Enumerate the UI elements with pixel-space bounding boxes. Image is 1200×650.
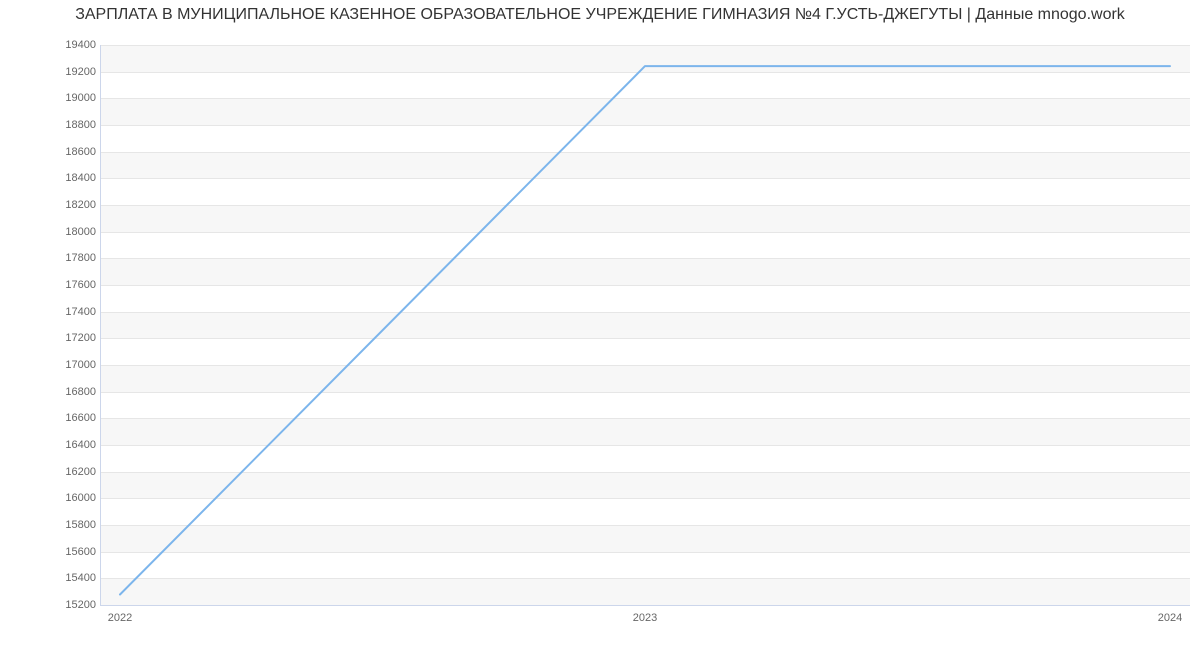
plot-area (100, 45, 1190, 605)
x-axis-line (100, 605, 1190, 606)
y-tick: 18400 (6, 172, 96, 184)
y-tick: 17800 (6, 252, 96, 264)
y-tick: 17600 (6, 279, 96, 291)
y-tick: 17000 (6, 359, 96, 371)
y-tick: 16400 (6, 439, 96, 451)
y-tick: 18600 (6, 146, 96, 158)
y-tick: 16000 (6, 492, 96, 504)
y-tick: 16200 (6, 466, 96, 478)
y-tick: 15600 (6, 546, 96, 558)
y-tick: 18800 (6, 119, 96, 131)
y-tick: 18000 (6, 226, 96, 238)
y-tick: 15200 (6, 599, 96, 611)
y-tick: 16600 (6, 412, 96, 424)
chart-title: ЗАРПЛАТА В МУНИЦИПАЛЬНОЕ КАЗЕННОЕ ОБРАЗО… (0, 6, 1200, 24)
y-tick: 15800 (6, 519, 96, 531)
x-tick: 2024 (1158, 612, 1182, 624)
y-tick: 18200 (6, 199, 96, 211)
y-tick: 17200 (6, 332, 96, 344)
x-tick: 2022 (108, 612, 132, 624)
y-tick: 16800 (6, 386, 96, 398)
y-tick: 17400 (6, 306, 96, 318)
line-series (100, 45, 1190, 605)
y-tick: 19400 (6, 39, 96, 51)
y-tick: 19000 (6, 92, 96, 104)
y-tick: 19200 (6, 66, 96, 78)
x-tick: 2023 (633, 612, 657, 624)
y-tick: 15400 (6, 572, 96, 584)
